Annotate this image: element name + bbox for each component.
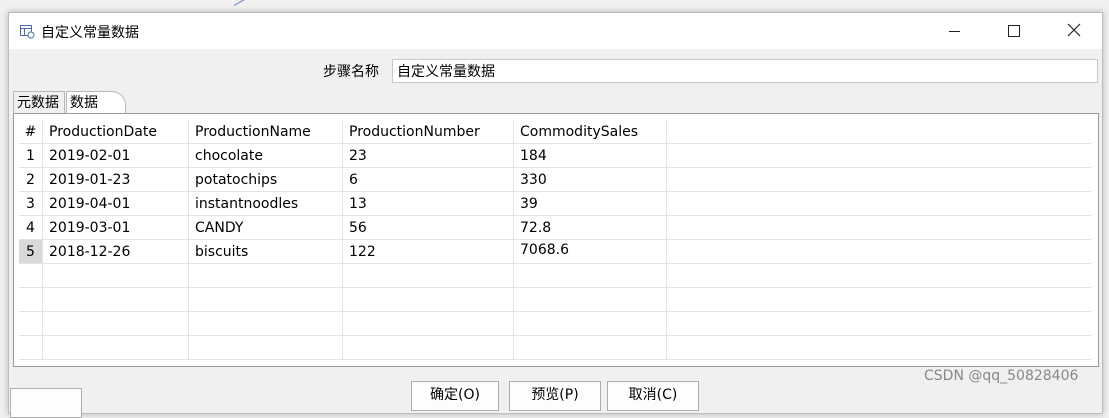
- table-cell[interactable]: 2018-12-26: [43, 240, 189, 264]
- minimize-button[interactable]: [925, 13, 983, 49]
- column-header[interactable]: ProductionDate: [43, 120, 189, 144]
- table-cell[interactable]: 72.8: [514, 216, 667, 240]
- empty-cell: [343, 264, 514, 288]
- row-number[interactable]: 5: [19, 240, 43, 264]
- maximize-icon: [1008, 25, 1020, 37]
- empty-cell: [343, 312, 514, 336]
- empty-cell: [19, 312, 43, 336]
- step-name-label: 步骤名称: [323, 64, 379, 80]
- table-cell[interactable]: 6: [343, 168, 514, 192]
- table-cell[interactable]: 13: [343, 192, 514, 216]
- preview-button[interactable]: 预览(P): [509, 381, 601, 411]
- table-cell[interactable]: 7068.6: [514, 240, 667, 264]
- empty-cell: [189, 312, 343, 336]
- empty-cell: [343, 336, 514, 360]
- column-header-empty: [667, 120, 1092, 144]
- empty-cell: [189, 264, 343, 288]
- empty-cell: [514, 288, 667, 312]
- column-header[interactable]: CommoditySales: [514, 120, 667, 144]
- empty-cell: [43, 288, 189, 312]
- data-panel: # ProductionDate ProductionName Producti…: [13, 113, 1099, 367]
- table-cell[interactable]: 56: [343, 216, 514, 240]
- empty-cell: [667, 312, 1092, 336]
- maximize-button[interactable]: [985, 13, 1043, 49]
- empty-cell: [667, 264, 1092, 288]
- cancel-button[interactable]: 取消(C): [607, 381, 699, 411]
- title-bar[interactable]: 自定义常量数据: [9, 13, 1102, 49]
- help-button[interactable]: [10, 388, 82, 418]
- empty-cell: [514, 336, 667, 360]
- tab-data[interactable]: 数据: [66, 91, 126, 113]
- empty-cell: [343, 288, 514, 312]
- table-cell[interactable]: chocolate: [189, 144, 343, 168]
- row-number[interactable]: 3: [19, 192, 43, 216]
- table-cell-empty: [667, 168, 1092, 192]
- close-icon: [1067, 22, 1081, 41]
- empty-cell: [43, 336, 189, 360]
- watermark: CSDN @qq_50828406: [924, 368, 1079, 384]
- table-cell[interactable]: potatochips: [189, 168, 343, 192]
- tab-metadata[interactable]: 元数据: [13, 91, 65, 113]
- empty-cell: [189, 288, 343, 312]
- empty-cell: [19, 288, 43, 312]
- empty-cell: [19, 336, 43, 360]
- dialog-window: 自定义常量数据 步骤名称 元数据 数据 # ProductionDate Pro…: [8, 12, 1103, 414]
- row-number[interactable]: 2: [19, 168, 43, 192]
- empty-cell: [43, 264, 189, 288]
- table-cell[interactable]: 122: [343, 240, 514, 264]
- table-icon: [19, 23, 35, 39]
- table-cell[interactable]: biscuits: [189, 240, 343, 264]
- table-cell-empty: [667, 216, 1092, 240]
- column-header[interactable]: #: [19, 120, 43, 144]
- table-cell-empty: [667, 192, 1092, 216]
- empty-cell: [189, 336, 343, 360]
- table-cell[interactable]: instantnoodles: [189, 192, 343, 216]
- background-line: [233, 0, 287, 6]
- empty-cell: [43, 312, 189, 336]
- table-cell[interactable]: 184: [514, 144, 667, 168]
- ok-button[interactable]: 确定(O): [411, 381, 499, 411]
- table-cell[interactable]: 330: [514, 168, 667, 192]
- row-number[interactable]: 1: [19, 144, 43, 168]
- table-cell[interactable]: 39: [514, 192, 667, 216]
- empty-cell: [19, 264, 43, 288]
- table-cell-empty: [667, 240, 1092, 264]
- step-name-input[interactable]: [392, 59, 1098, 83]
- column-header[interactable]: ProductionName: [189, 120, 343, 144]
- empty-cell: [514, 312, 667, 336]
- close-button[interactable]: [1045, 13, 1103, 49]
- empty-cell: [667, 288, 1092, 312]
- empty-cell: [514, 264, 667, 288]
- empty-cell: [667, 336, 1092, 360]
- minimize-icon: [948, 30, 960, 32]
- column-header[interactable]: ProductionNumber: [343, 120, 514, 144]
- table-cell[interactable]: 2019-04-01: [43, 192, 189, 216]
- window-title: 自定义常量数据: [41, 25, 139, 41]
- table-cell[interactable]: 2019-01-23: [43, 168, 189, 192]
- table-cell[interactable]: 2019-02-01: [43, 144, 189, 168]
- table-cell-empty: [667, 144, 1092, 168]
- row-number[interactable]: 4: [19, 216, 43, 240]
- table-cell[interactable]: CANDY: [189, 216, 343, 240]
- table-cell[interactable]: 23: [343, 144, 514, 168]
- table-cell[interactable]: 2019-03-01: [43, 216, 189, 240]
